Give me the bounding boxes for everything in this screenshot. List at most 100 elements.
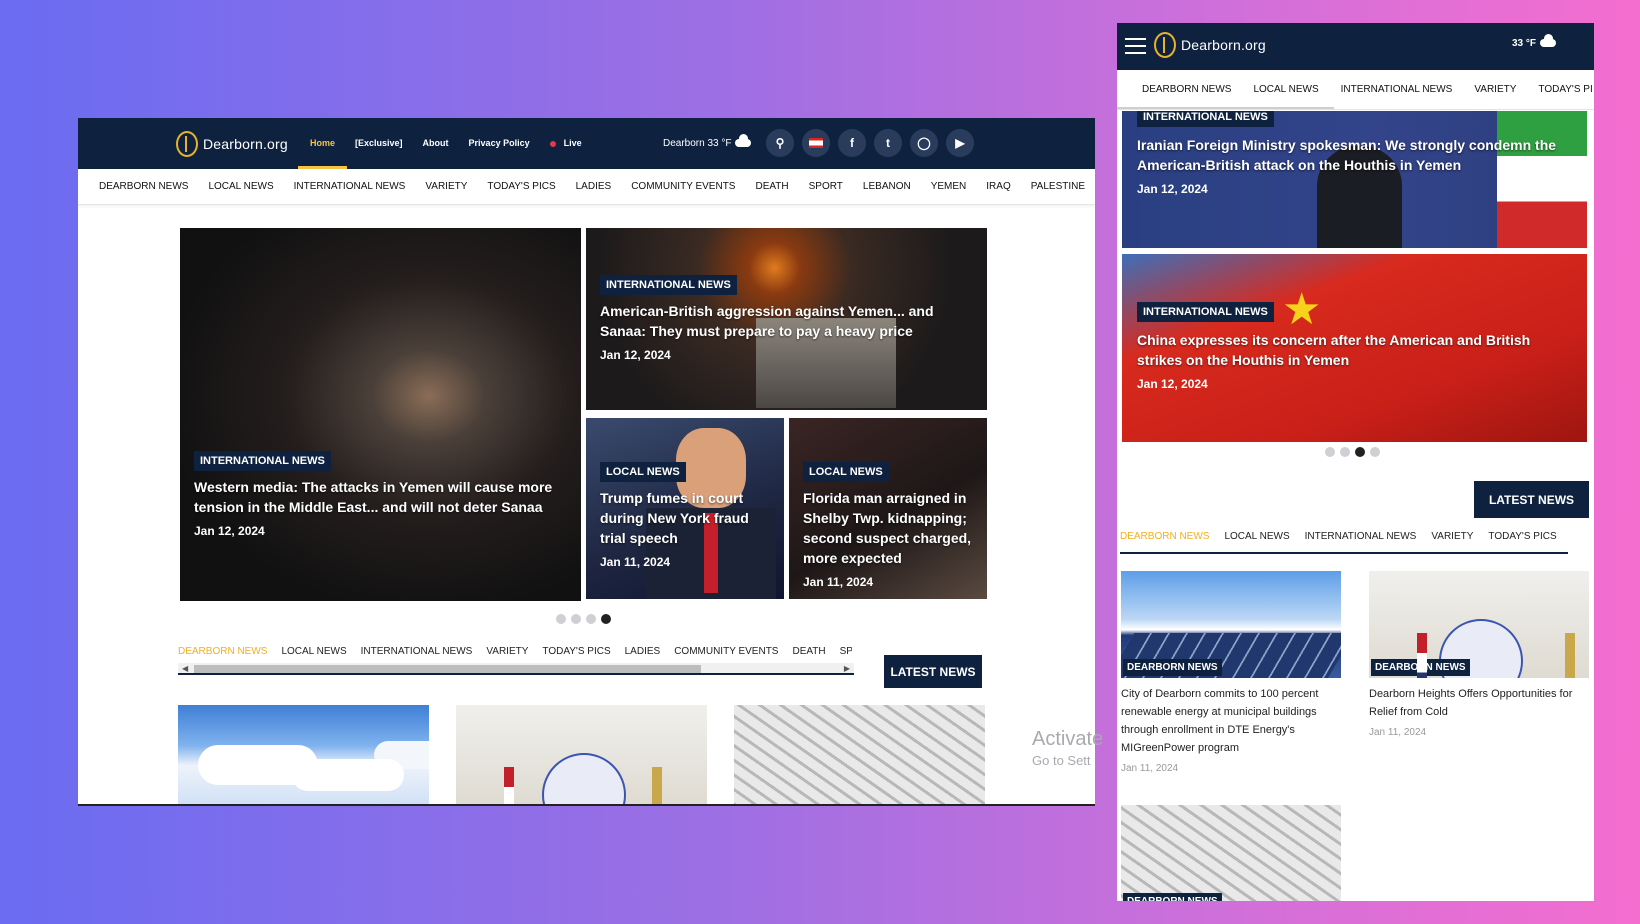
category-badge[interactable]: LOCAL NEWS: [803, 462, 889, 482]
solar-panels-image: DEARBORN NEWS: [1121, 571, 1341, 678]
scroll-right-icon[interactable]: ▶: [844, 664, 850, 673]
lebanon-flag-icon[interactable]: [802, 129, 830, 157]
category-badge[interactable]: DEARBORN NEWS: [1123, 659, 1222, 676]
slide-caption: INTERNATIONAL NEWS Iranian Foreign Minis…: [1137, 111, 1579, 196]
slide-article[interactable]: INTERNATIONAL NEWS Iranian Foreign Minis…: [1122, 111, 1587, 248]
category-international-news[interactable]: INTERNATIONAL NEWS: [294, 181, 406, 192]
featured-article[interactable]: INTERNATIONAL NEWS American-British aggr…: [586, 228, 987, 410]
tab-death[interactable]: DEATH: [792, 646, 825, 657]
category-todays-pics[interactable]: TODAY'S PICS: [487, 181, 555, 192]
facebook-icon[interactable]: f: [838, 129, 866, 157]
snowy-trees-image: DEARBORN NEWS: [1121, 805, 1341, 901]
slider-dot-active[interactable]: [601, 614, 611, 624]
article-title[interactable]: Trump fumes in court during New York fra…: [600, 488, 778, 548]
category-ladies[interactable]: LADIES: [576, 181, 612, 192]
tab-todays-pics[interactable]: TODAY'S PICS: [1488, 531, 1556, 542]
scroll-left-icon[interactable]: ◀: [182, 664, 188, 673]
featured-article[interactable]: INTERNATIONAL NEWS Western media: The at…: [180, 228, 581, 601]
article-title[interactable]: Florida man arraigned in Shelby Twp. kid…: [803, 488, 981, 568]
scrollbar-thumb[interactable]: [194, 665, 701, 673]
weather-text: Dearborn 33 °F: [663, 138, 732, 149]
nav-live[interactable]: Live: [549, 118, 582, 169]
logo-text: Dearborn.org: [203, 136, 288, 152]
tab-international-news[interactable]: INTERNATIONAL NEWS: [1305, 531, 1417, 542]
news-card[interactable]: DEARBORN NEWS City of Dearborn commits t…: [1121, 571, 1341, 774]
category-sport[interactable]: SPORT: [809, 181, 843, 192]
featured-article[interactable]: LOCAL NEWS Florida man arraigned in Shel…: [789, 418, 987, 599]
card-title[interactable]: Dearborn Heights Offers Opportunities fo…: [1369, 685, 1589, 721]
category-badge[interactable]: LOCAL NEWS: [600, 462, 686, 482]
tab-local-news[interactable]: LOCAL NEWS: [281, 646, 346, 657]
tab-todays-pics[interactable]: TODAY'S PICS: [542, 646, 610, 657]
category-badge[interactable]: DEARBORN NEWS: [1371, 659, 1470, 676]
category-variety[interactable]: VARIETY: [425, 181, 467, 192]
nav-privacy-policy[interactable]: Privacy Policy: [469, 118, 530, 169]
category-badge[interactable]: INTERNATIONAL NEWS: [194, 451, 331, 471]
category-dearborn-news[interactable]: DEARBORN NEWS: [1142, 84, 1231, 95]
tab-dearborn-news[interactable]: DEARBORN NEWS: [178, 646, 267, 657]
category-todays-pics[interactable]: TODAY'S PI: [1538, 84, 1592, 95]
featured-caption: LOCAL NEWS Trump fumes in court during N…: [600, 462, 778, 569]
youtube-icon[interactable]: ▶: [946, 129, 974, 157]
category-badge[interactable]: INTERNATIONAL NEWS: [600, 275, 737, 295]
category-lebanon[interactable]: LEBANON: [863, 181, 911, 192]
slider-dot[interactable]: [1340, 447, 1350, 457]
category-palestine[interactable]: PALESTINE: [1031, 181, 1085, 192]
category-local-news[interactable]: LOCAL NEWS: [1253, 84, 1318, 95]
tab-variety[interactable]: VARIETY: [1431, 531, 1473, 542]
slider-dot[interactable]: [586, 614, 596, 624]
tabs-scrollbar[interactable]: ◀ ▶: [178, 663, 854, 675]
news-thumbnail[interactable]: [178, 705, 429, 804]
article-title[interactable]: American-British aggression against Yeme…: [600, 301, 981, 341]
news-thumbnail[interactable]: [456, 705, 707, 804]
article-title[interactable]: China expresses its concern after the Am…: [1137, 330, 1579, 370]
activation-watermark: Activate Go to Sett: [1032, 728, 1103, 768]
article-title[interactable]: Iranian Foreign Ministry spokesman: We s…: [1137, 135, 1579, 175]
nav-home[interactable]: Home: [297, 118, 348, 169]
category-iraq[interactable]: IRAQ: [986, 181, 1010, 192]
news-card[interactable]: DEARBORN NEWS Dearborn Heights Offers Op…: [1369, 571, 1589, 738]
category-community-events[interactable]: COMMUNITY EVENTS: [631, 181, 735, 192]
instagram-icon[interactable]: ◯: [910, 129, 938, 157]
slider-dot[interactable]: [1370, 447, 1380, 457]
article-title[interactable]: Western media: The attacks in Yemen will…: [194, 477, 575, 517]
tab-ladies[interactable]: LADIES: [625, 646, 661, 657]
category-yemen[interactable]: YEMEN: [931, 181, 967, 192]
news-thumbnail[interactable]: [734, 705, 985, 804]
category-bar: DEARBORN NEWS LOCAL NEWS INTERNATIONAL N…: [78, 169, 1095, 205]
slider-dot-active[interactable]: [1355, 447, 1365, 457]
category-badge[interactable]: INTERNATIONAL NEWS: [1137, 302, 1274, 322]
site-logo[interactable]: Dearborn.org: [176, 131, 288, 157]
news-card[interactable]: DEARBORN NEWS: [1121, 805, 1341, 901]
hamburger-menu-icon[interactable]: [1125, 38, 1146, 54]
category-badge[interactable]: INTERNATIONAL NEWS: [1137, 111, 1274, 127]
card-title[interactable]: City of Dearborn commits to 100 percent …: [1121, 685, 1341, 757]
nav-exclusive[interactable]: [Exclusive]: [355, 118, 403, 169]
article-date: Jan 12, 2024: [1137, 182, 1208, 196]
featured-article[interactable]: LOCAL NEWS Trump fumes in court during N…: [586, 418, 784, 599]
twitter-icon[interactable]: t: [874, 129, 902, 157]
slider-dots: [1325, 447, 1385, 457]
slider-dot[interactable]: [571, 614, 581, 624]
category-badge[interactable]: DEARBORN NEWS: [1123, 893, 1222, 901]
category-local-news[interactable]: LOCAL NEWS: [208, 181, 273, 192]
category-death[interactable]: DEATH: [755, 181, 788, 192]
slider-dot[interactable]: [1325, 447, 1335, 457]
tab-international-news[interactable]: INTERNATIONAL NEWS: [361, 646, 473, 657]
tab-variety[interactable]: VARIETY: [486, 646, 528, 657]
tab-community-events[interactable]: COMMUNITY EVENTS: [674, 646, 778, 657]
site-logo[interactable]: Dearborn.org: [1154, 32, 1266, 58]
category-international-news[interactable]: INTERNATIONAL NEWS: [1341, 84, 1453, 95]
search-icon[interactable]: ⚲: [766, 129, 794, 157]
tab-local-news[interactable]: LOCAL NEWS: [1224, 531, 1289, 542]
slide-article[interactable]: ★ INTERNATIONAL NEWS China expresses its…: [1122, 254, 1587, 442]
tab-dearborn-news[interactable]: DEARBORN NEWS: [1120, 531, 1209, 542]
category-dearborn-news[interactable]: DEARBORN NEWS: [99, 181, 188, 192]
latest-news-button[interactable]: LATEST NEWS: [884, 655, 982, 688]
tab-sport[interactable]: SPORT: [840, 646, 852, 657]
category-variety[interactable]: VARIETY: [1474, 84, 1516, 95]
slider-dot[interactable]: [556, 614, 566, 624]
nav-about[interactable]: About: [423, 118, 449, 169]
latest-news-button[interactable]: LATEST NEWS: [1474, 481, 1589, 518]
cloud-icon: [1540, 34, 1556, 48]
